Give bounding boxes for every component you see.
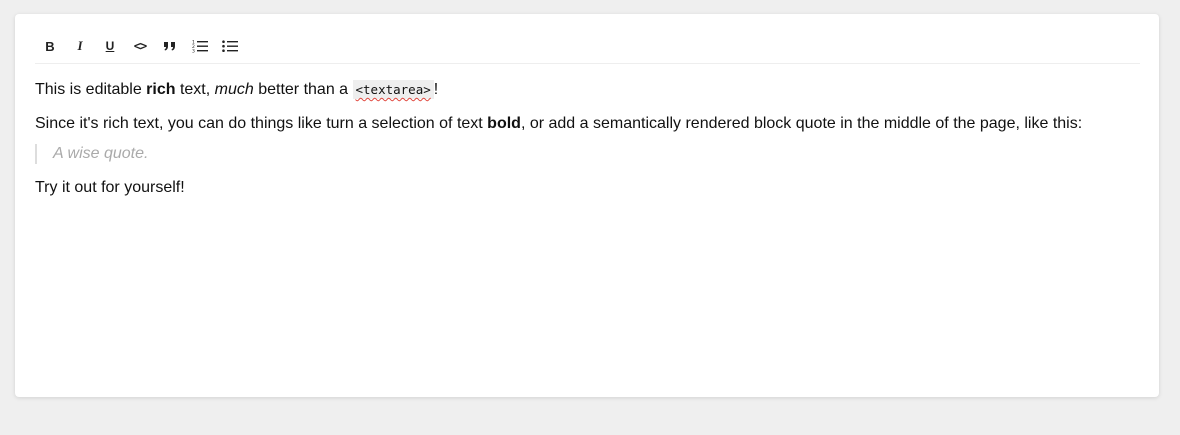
block-quote-button[interactable] — [160, 36, 180, 56]
formatting-toolbar: B I U <> 1 2 3 — [35, 29, 1140, 64]
p1-italic-much: much — [214, 81, 254, 98]
p1-text-3: better than a — [253, 81, 353, 98]
italic-icon: I — [77, 38, 83, 53]
bulleted-list-icon — [222, 39, 238, 53]
editor-content[interactable]: This is editable rich text, much better … — [35, 76, 1140, 208]
paragraph-1[interactable]: This is editable rich text, much better … — [35, 76, 1140, 104]
p2-text-1: Since it's rich text, you can do things … — [35, 115, 488, 132]
p1-text-2: text, — [175, 81, 215, 98]
p2-text-2: , or add a semantically rendered block q… — [520, 115, 1083, 132]
underline-button[interactable]: U — [100, 36, 120, 56]
inline-code-textarea: <textarea> — [352, 80, 434, 99]
p2-bold: bold — [487, 115, 521, 132]
code-button[interactable]: <> — [130, 36, 150, 56]
paragraph-3[interactable]: Try it out for yourself! — [35, 174, 1140, 202]
bold-button[interactable]: B — [40, 36, 60, 56]
bulleted-list-button[interactable] — [220, 36, 240, 56]
svg-text:3: 3 — [192, 49, 195, 54]
rich-text-editor[interactable]: B I U <> 1 2 3 This is editable rich tex… — [15, 14, 1159, 397]
numbered-list-button[interactable]: 1 2 3 — [190, 36, 210, 56]
numbered-list-icon: 1 2 3 — [192, 39, 208, 53]
block-quote[interactable]: A wise quote. — [35, 144, 1140, 164]
italic-button[interactable]: I — [70, 36, 90, 56]
paragraph-2[interactable]: Since it's rich text, you can do things … — [35, 110, 1140, 138]
p1-bold-rich: rich — [146, 81, 176, 98]
code-icon: <> — [133, 39, 147, 53]
p1-text-4: ! — [433, 81, 439, 98]
bold-icon: B — [45, 38, 55, 54]
p1-text-1: This is editable — [35, 81, 147, 98]
underline-icon: U — [105, 39, 115, 53]
quote-icon — [163, 40, 177, 52]
